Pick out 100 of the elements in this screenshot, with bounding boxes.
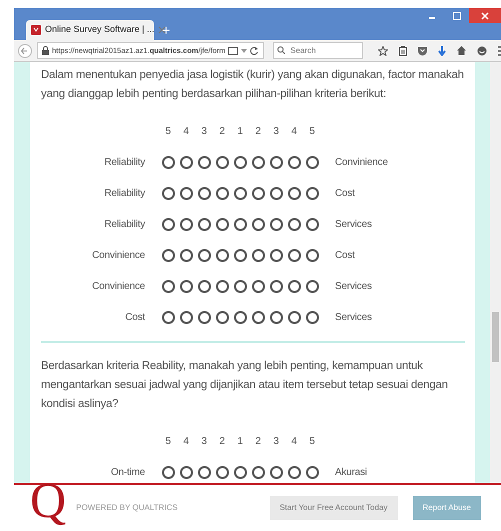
radio-button[interactable] [252,466,264,479]
download-icon[interactable] [438,46,446,56]
radio-button[interactable] [288,187,300,200]
radio-button[interactable] [288,249,300,262]
scrollbar-thumb[interactable] [492,312,499,362]
shield-icon[interactable] [418,46,428,56]
scale-number: 5 [165,435,171,449]
row-label: Convinience [334,156,388,170]
back-icon[interactable] [18,44,32,58]
row-label: Reliability [104,156,146,170]
row-label: Cost [125,311,146,325]
radio-button[interactable] [306,187,318,200]
close-icon[interactable] [469,8,501,23]
row-label: Akurasi [334,466,367,480]
radio-button[interactable] [234,466,246,479]
radio-button[interactable] [162,280,174,293]
scale-number: 5 [309,435,315,449]
radio-button[interactable] [252,280,264,293]
logo: Q [30,475,66,525]
clipboard-icon[interactable] [399,46,408,56]
scale-number: 4 [291,435,297,449]
scale-number: 5 [165,125,171,139]
radio-button[interactable] [234,187,246,200]
tab-title: Online Survey Software | ... [45,23,154,36]
radio-button[interactable] [216,280,228,293]
radio-button[interactable] [180,156,192,169]
radio-button[interactable] [270,218,282,231]
radio-button[interactable] [306,311,318,324]
radio-button[interactable] [252,187,264,200]
search-field[interactable]: Search [273,42,364,59]
radio-button[interactable] [252,249,264,262]
reader-icon[interactable] [228,46,238,54]
radio-button[interactable] [162,187,174,200]
new-tab-button[interactable]: + [162,20,170,40]
smiley-icon[interactable] [477,46,488,56]
radio-button[interactable] [252,218,264,231]
radio-button[interactable] [180,187,192,200]
radio-button[interactable] [234,311,246,324]
radio-button[interactable] [198,156,210,169]
radio-button[interactable] [252,156,264,169]
radio-button[interactable] [234,218,246,231]
radio-button[interactable] [198,280,210,293]
radio-button[interactable] [198,218,210,231]
free-account-button[interactable]: Start Your Free Account Today [270,496,398,520]
scrollbar[interactable] [490,62,501,483]
radio-button[interactable] [234,280,246,293]
radio-button[interactable] [270,249,282,262]
radio-button[interactable] [270,156,282,169]
radio-button[interactable] [180,466,192,479]
radio-button[interactable] [198,249,210,262]
radio-button[interactable] [180,218,192,231]
radio-button[interactable] [306,156,318,169]
dropdown-icon[interactable] [241,48,248,52]
row-label: Reliability [104,187,146,201]
question-text: Berdasarkan kriteria Reability, manakah yang lebih penting, kemampuan untuk mengantarkan sesuai jadwal yang dijanjikan atau item tersebut tetap sesuai dengan kondisi aslinya? [41,359,449,412]
reload-icon[interactable] [250,46,260,55]
star-icon[interactable] [378,46,388,56]
radio-button[interactable] [162,249,174,262]
search-icon [277,46,286,54]
radio-button[interactable] [216,311,228,324]
radio-button[interactable] [288,218,300,231]
radio-button[interactable] [198,311,210,324]
radio-button[interactable] [288,466,300,479]
report-abuse-button[interactable]: Report Abuse [412,496,481,520]
radio-button[interactable] [198,187,210,200]
radio-button[interactable] [162,156,174,169]
radio-button[interactable] [306,249,318,262]
radio-button[interactable] [234,156,246,169]
radio-button[interactable] [270,466,282,479]
scale-number: 2 [219,125,225,139]
radio-button[interactable] [288,156,300,169]
radio-button[interactable] [216,187,228,200]
scale-number: 2 [219,435,225,449]
radio-button[interactable] [180,311,192,324]
radio-button[interactable] [288,280,300,293]
scale-number: 1 [237,435,243,449]
lock-icon [42,46,49,55]
row-label: Services [334,311,372,325]
radio-button[interactable] [216,218,228,231]
radio-button[interactable] [216,156,228,169]
scale-number: 4 [183,435,189,449]
radio-button[interactable] [270,311,282,324]
radio-button[interactable] [216,249,228,262]
home-icon[interactable] [457,46,466,55]
radio-button[interactable] [252,311,264,324]
radio-button[interactable] [288,311,300,324]
radio-button[interactable] [216,466,228,479]
radio-button[interactable] [162,311,174,324]
radio-button[interactable] [180,249,192,262]
radio-button[interactable] [162,466,174,479]
radio-button[interactable] [306,218,318,231]
radio-button[interactable] [234,249,246,262]
scale-number: 3 [201,435,207,449]
radio-button[interactable] [270,280,282,293]
radio-button[interactable] [270,187,282,200]
radio-button[interactable] [306,466,318,479]
radio-button[interactable] [180,280,192,293]
radio-button[interactable] [162,218,174,231]
radio-button[interactable] [198,466,210,479]
radio-button[interactable] [306,280,318,293]
